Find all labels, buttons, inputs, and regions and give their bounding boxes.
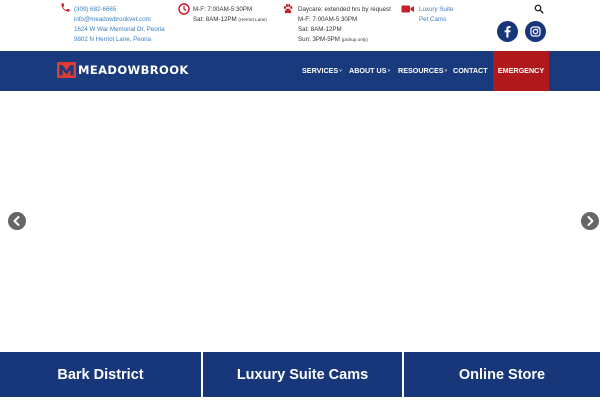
cams-link-line-2[interactable]: Pet Cams xyxy=(419,15,453,25)
tile-label-bark-district: Bark District xyxy=(57,366,144,383)
instagram-icon[interactable] xyxy=(525,21,546,42)
cams-info[interactable]: Luxury Suite Pet Cams xyxy=(419,5,453,25)
nav-item-services[interactable]: SERVICES˅ xyxy=(302,51,342,91)
nav-label-contact: CONTACT xyxy=(453,66,488,75)
hero-slider xyxy=(0,91,600,352)
tile-bark-district[interactable]: Bark District xyxy=(0,352,201,397)
nav-label-services: SERVICES xyxy=(302,66,339,75)
tile-luxury-suite-cams[interactable]: Luxury Suite Cams xyxy=(203,352,402,397)
chevron-right-icon[interactable] xyxy=(581,212,599,230)
nav-label-emergency: EMERGENCY xyxy=(497,66,545,75)
tile-label-online-store: Online Store xyxy=(458,366,546,383)
nav-item-about-us[interactable]: ABOUT US˅ xyxy=(349,51,390,91)
contact-info: (309) 682-6665 info@meadowbrookvet.com 1… xyxy=(74,5,165,45)
nav-item-resources[interactable]: RESOURCES˅ xyxy=(398,51,447,91)
email-link[interactable]: info@meadowbrookvet.com xyxy=(74,15,165,25)
feature-tiles: Bark District Luxury Suite Cams Online S… xyxy=(0,352,600,400)
meadowbrook-logo[interactable]: MEADOWBROOK xyxy=(57,60,189,80)
nav-label-about-us: ABOUT US xyxy=(349,66,387,75)
cams-link-line-1[interactable]: Luxury Suite xyxy=(419,5,453,15)
search-icon[interactable] xyxy=(534,4,544,14)
tile-online-store[interactable]: Online Store xyxy=(404,352,600,397)
chevron-left-icon[interactable] xyxy=(8,212,26,230)
hours-saturday-note: (Herriot Lane) xyxy=(238,17,267,22)
daycare-line-1: Daycare: extended hrs by request xyxy=(298,6,391,13)
daycare-line-4-note: (pickup only) xyxy=(341,37,368,42)
nav-item-emergency[interactable]: EMERGENCY xyxy=(493,51,549,91)
daycare-line-3: Sat: 8AM-12PM xyxy=(298,26,342,33)
nav-item-contact[interactable]: CONTACT xyxy=(453,51,488,91)
chevron-down-icon: ˅ xyxy=(444,68,448,73)
phone-icon xyxy=(60,2,71,13)
nav-label-resources: RESOURCES xyxy=(398,66,444,75)
address-link-2[interactable]: 9802 N Herriot Lane, Peoria xyxy=(74,35,165,45)
daycare-line-4: Sun: 3PM-5PM xyxy=(298,36,340,43)
daycare-info: Daycare: extended hrs by request M-F: 7:… xyxy=(298,5,391,45)
address-link-1[interactable]: 1624 W War Memorial Dr, Peoria xyxy=(74,25,165,35)
paw-icon xyxy=(282,3,294,15)
hours-saturday: Sat: 8AM-12PM xyxy=(193,16,237,23)
chevron-down-icon: ˅ xyxy=(387,68,391,73)
video-camera-icon xyxy=(401,4,415,14)
daycare-line-2: M-F: 7:00AM-5:30PM xyxy=(298,16,358,23)
hours-info: M-F: 7:00AM-5:30PM Sat: 8AM-12PM (Herrio… xyxy=(193,5,267,25)
top-info-bar: (309) 682-6665 info@meadowbrookvet.com 1… xyxy=(0,0,600,52)
phone-link[interactable]: (309) 682-6665 xyxy=(74,5,165,15)
facebook-icon[interactable] xyxy=(497,21,518,42)
clock-icon xyxy=(178,3,190,15)
hours-weekday: M-F: 7:00AM-5:30PM xyxy=(193,6,253,13)
main-navigation: MEADOWBROOK SERVICES˅ ABOUT US˅ RESOURCE… xyxy=(0,51,600,91)
tile-label-luxury-suite-cams: Luxury Suite Cams xyxy=(236,366,369,383)
logo-text: MEADOWBROOK xyxy=(78,63,189,77)
logo-mark-icon xyxy=(57,62,76,78)
chevron-down-icon: ˅ xyxy=(339,68,342,73)
